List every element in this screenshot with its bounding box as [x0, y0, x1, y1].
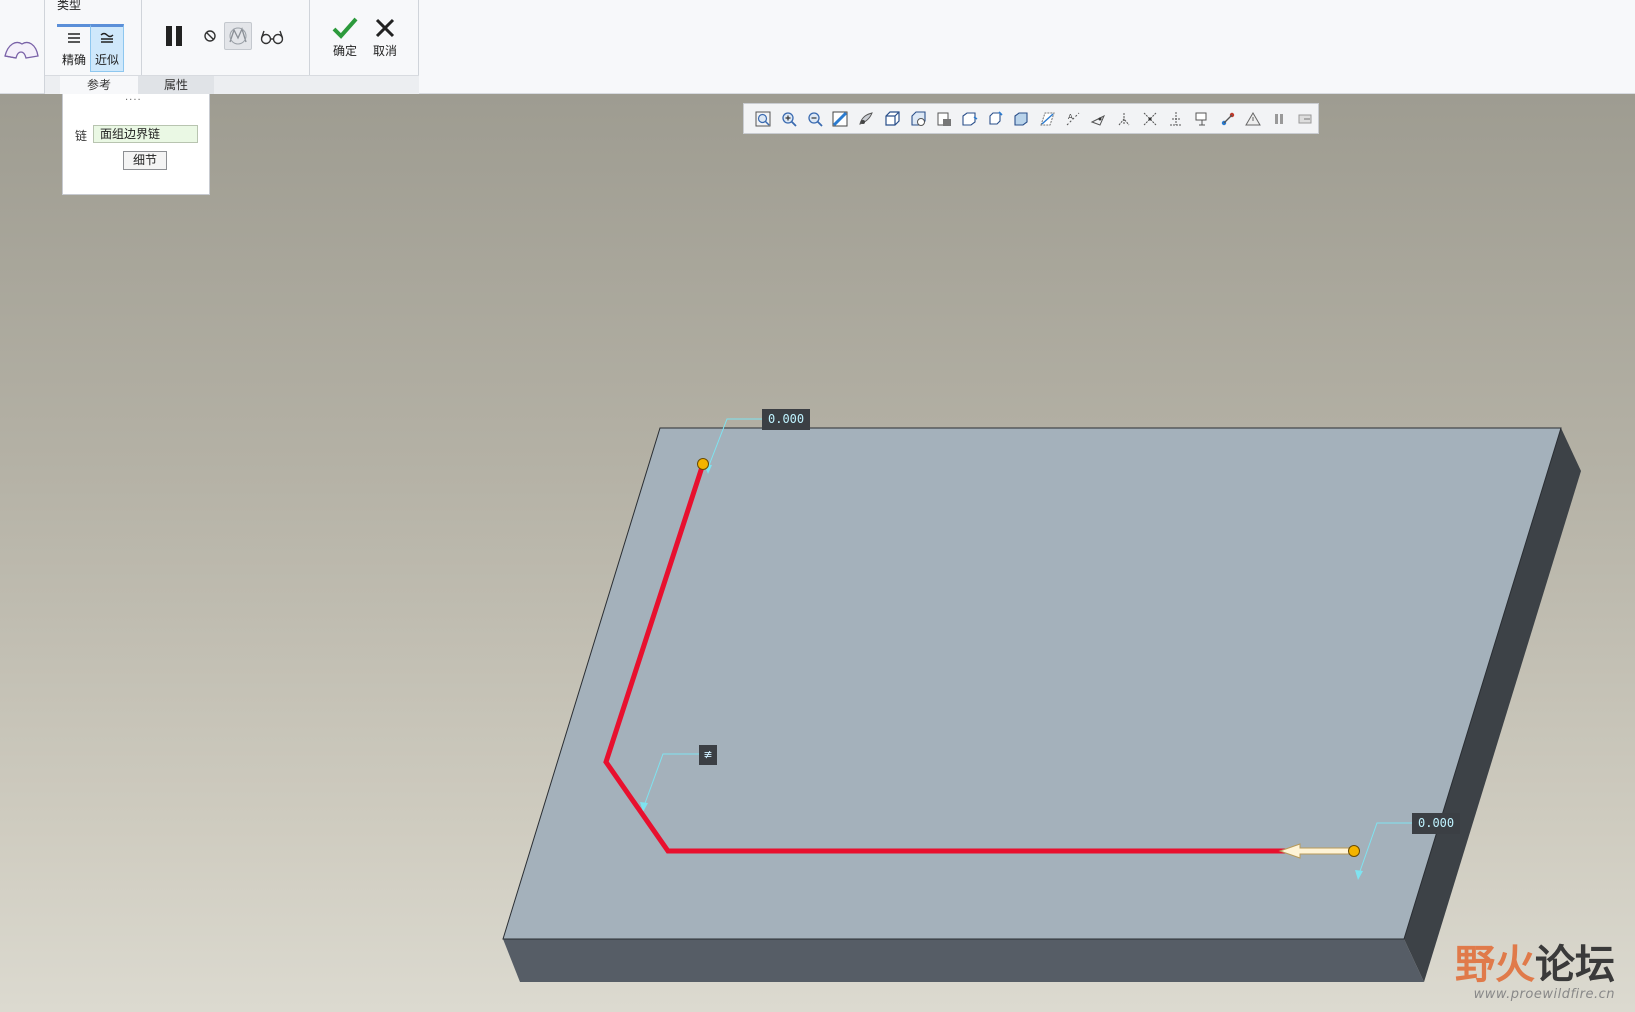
details-button[interactable]: 细节 — [123, 151, 167, 170]
watermark-title: 野火论坛 — [1455, 943, 1615, 987]
ok-label: 确定 — [332, 44, 357, 58]
checkmark-icon — [326, 14, 364, 44]
csys-display-icon[interactable] — [1111, 106, 1137, 132]
surface-feature-icon[interactable] — [2, 28, 42, 68]
display-style-icon[interactable] — [1008, 106, 1034, 132]
graphics-viewport[interactable]: 0.000 ≢ 0.000 .... 链 面组边界链 细节 A 野火论坛 www… — [0, 94, 1635, 1012]
close-icon — [366, 14, 404, 44]
exit-icon[interactable] — [1292, 106, 1318, 132]
slab-front-face — [503, 939, 1424, 982]
svg-text:A: A — [1068, 113, 1073, 121]
perspective-icon[interactable] — [957, 106, 983, 132]
type-group-label: 类型 — [57, 0, 82, 12]
slab-top-face[interactable] — [502, 427, 1562, 940]
view-toolbar: A — [743, 103, 1319, 134]
zoom-in-icon[interactable] — [776, 106, 802, 132]
ok-button[interactable]: 确定 — [326, 14, 364, 62]
zoom-out-icon[interactable] — [802, 106, 828, 132]
measure-glyph-mid[interactable]: ≢ — [699, 745, 717, 765]
panel-grip[interactable]: .... — [125, 94, 142, 103]
annotation-display-icon[interactable] — [1137, 106, 1163, 132]
refit-icon[interactable] — [750, 106, 776, 132]
spin-center-icon[interactable] — [982, 106, 1008, 132]
repaint-icon[interactable] — [827, 106, 853, 132]
approx-equal-icon — [91, 27, 123, 53]
forum-watermark: 野火论坛 www.proewildfire.cn — [1455, 943, 1615, 1003]
csys-tag-icon[interactable] — [1189, 106, 1215, 132]
approx-label: 近似 — [94, 53, 119, 67]
pause-icon[interactable] — [161, 22, 189, 50]
feature-icon-group — [0, 0, 45, 94]
axis-display-icon[interactable]: A — [1060, 106, 1086, 132]
orientation-icon[interactable] — [879, 106, 905, 132]
no-preview-icon[interactable] — [196, 22, 224, 50]
cancel-label: 取消 — [372, 44, 397, 58]
dimension-right[interactable]: 0.000 — [1412, 813, 1461, 834]
tab-properties[interactable]: 属性 — [138, 76, 214, 94]
section-icon[interactable] — [1215, 106, 1241, 132]
plane-display-icon[interactable] — [1034, 106, 1060, 132]
start-handle[interactable] — [697, 458, 709, 470]
watermark-title-b: 论坛 — [1535, 941, 1615, 988]
ribbon: 类型 精确 近似 确定 取消 参考 属性 — [0, 0, 1635, 94]
dimension-top[interactable]: 0.000 — [762, 409, 811, 430]
preview-icon[interactable] — [224, 22, 252, 50]
precise-button[interactable]: 精确 — [57, 24, 91, 72]
chain-collector[interactable]: 面组边界链 — [93, 125, 198, 143]
glasses-icon[interactable] — [258, 22, 286, 50]
view-manager-icon[interactable] — [931, 106, 957, 132]
saved-views-icon[interactable] — [905, 106, 931, 132]
approx-button[interactable]: 近似 — [90, 24, 124, 72]
references-panel: .... 链 面组边界链 细节 — [62, 94, 210, 195]
pause-icon[interactable] — [1266, 106, 1292, 132]
watermark-url: www.proewildfire.cn — [1473, 987, 1615, 1002]
chain-label: 链 — [75, 129, 88, 143]
list-lines-icon — [57, 27, 91, 53]
tab-references[interactable]: 参考 — [60, 76, 138, 94]
shading-icon[interactable] — [853, 106, 879, 132]
end-handle[interactable] — [1348, 845, 1360, 857]
point-display-icon[interactable] — [1086, 106, 1112, 132]
precise-label: 精确 — [61, 53, 86, 67]
network-icon[interactable] — [1240, 106, 1266, 132]
watermark-title-a: 野火 — [1455, 941, 1535, 988]
cancel-button[interactable]: 取消 — [366, 14, 404, 62]
point-tag-icon[interactable] — [1163, 106, 1189, 132]
model-scene — [502, 418, 1581, 982]
